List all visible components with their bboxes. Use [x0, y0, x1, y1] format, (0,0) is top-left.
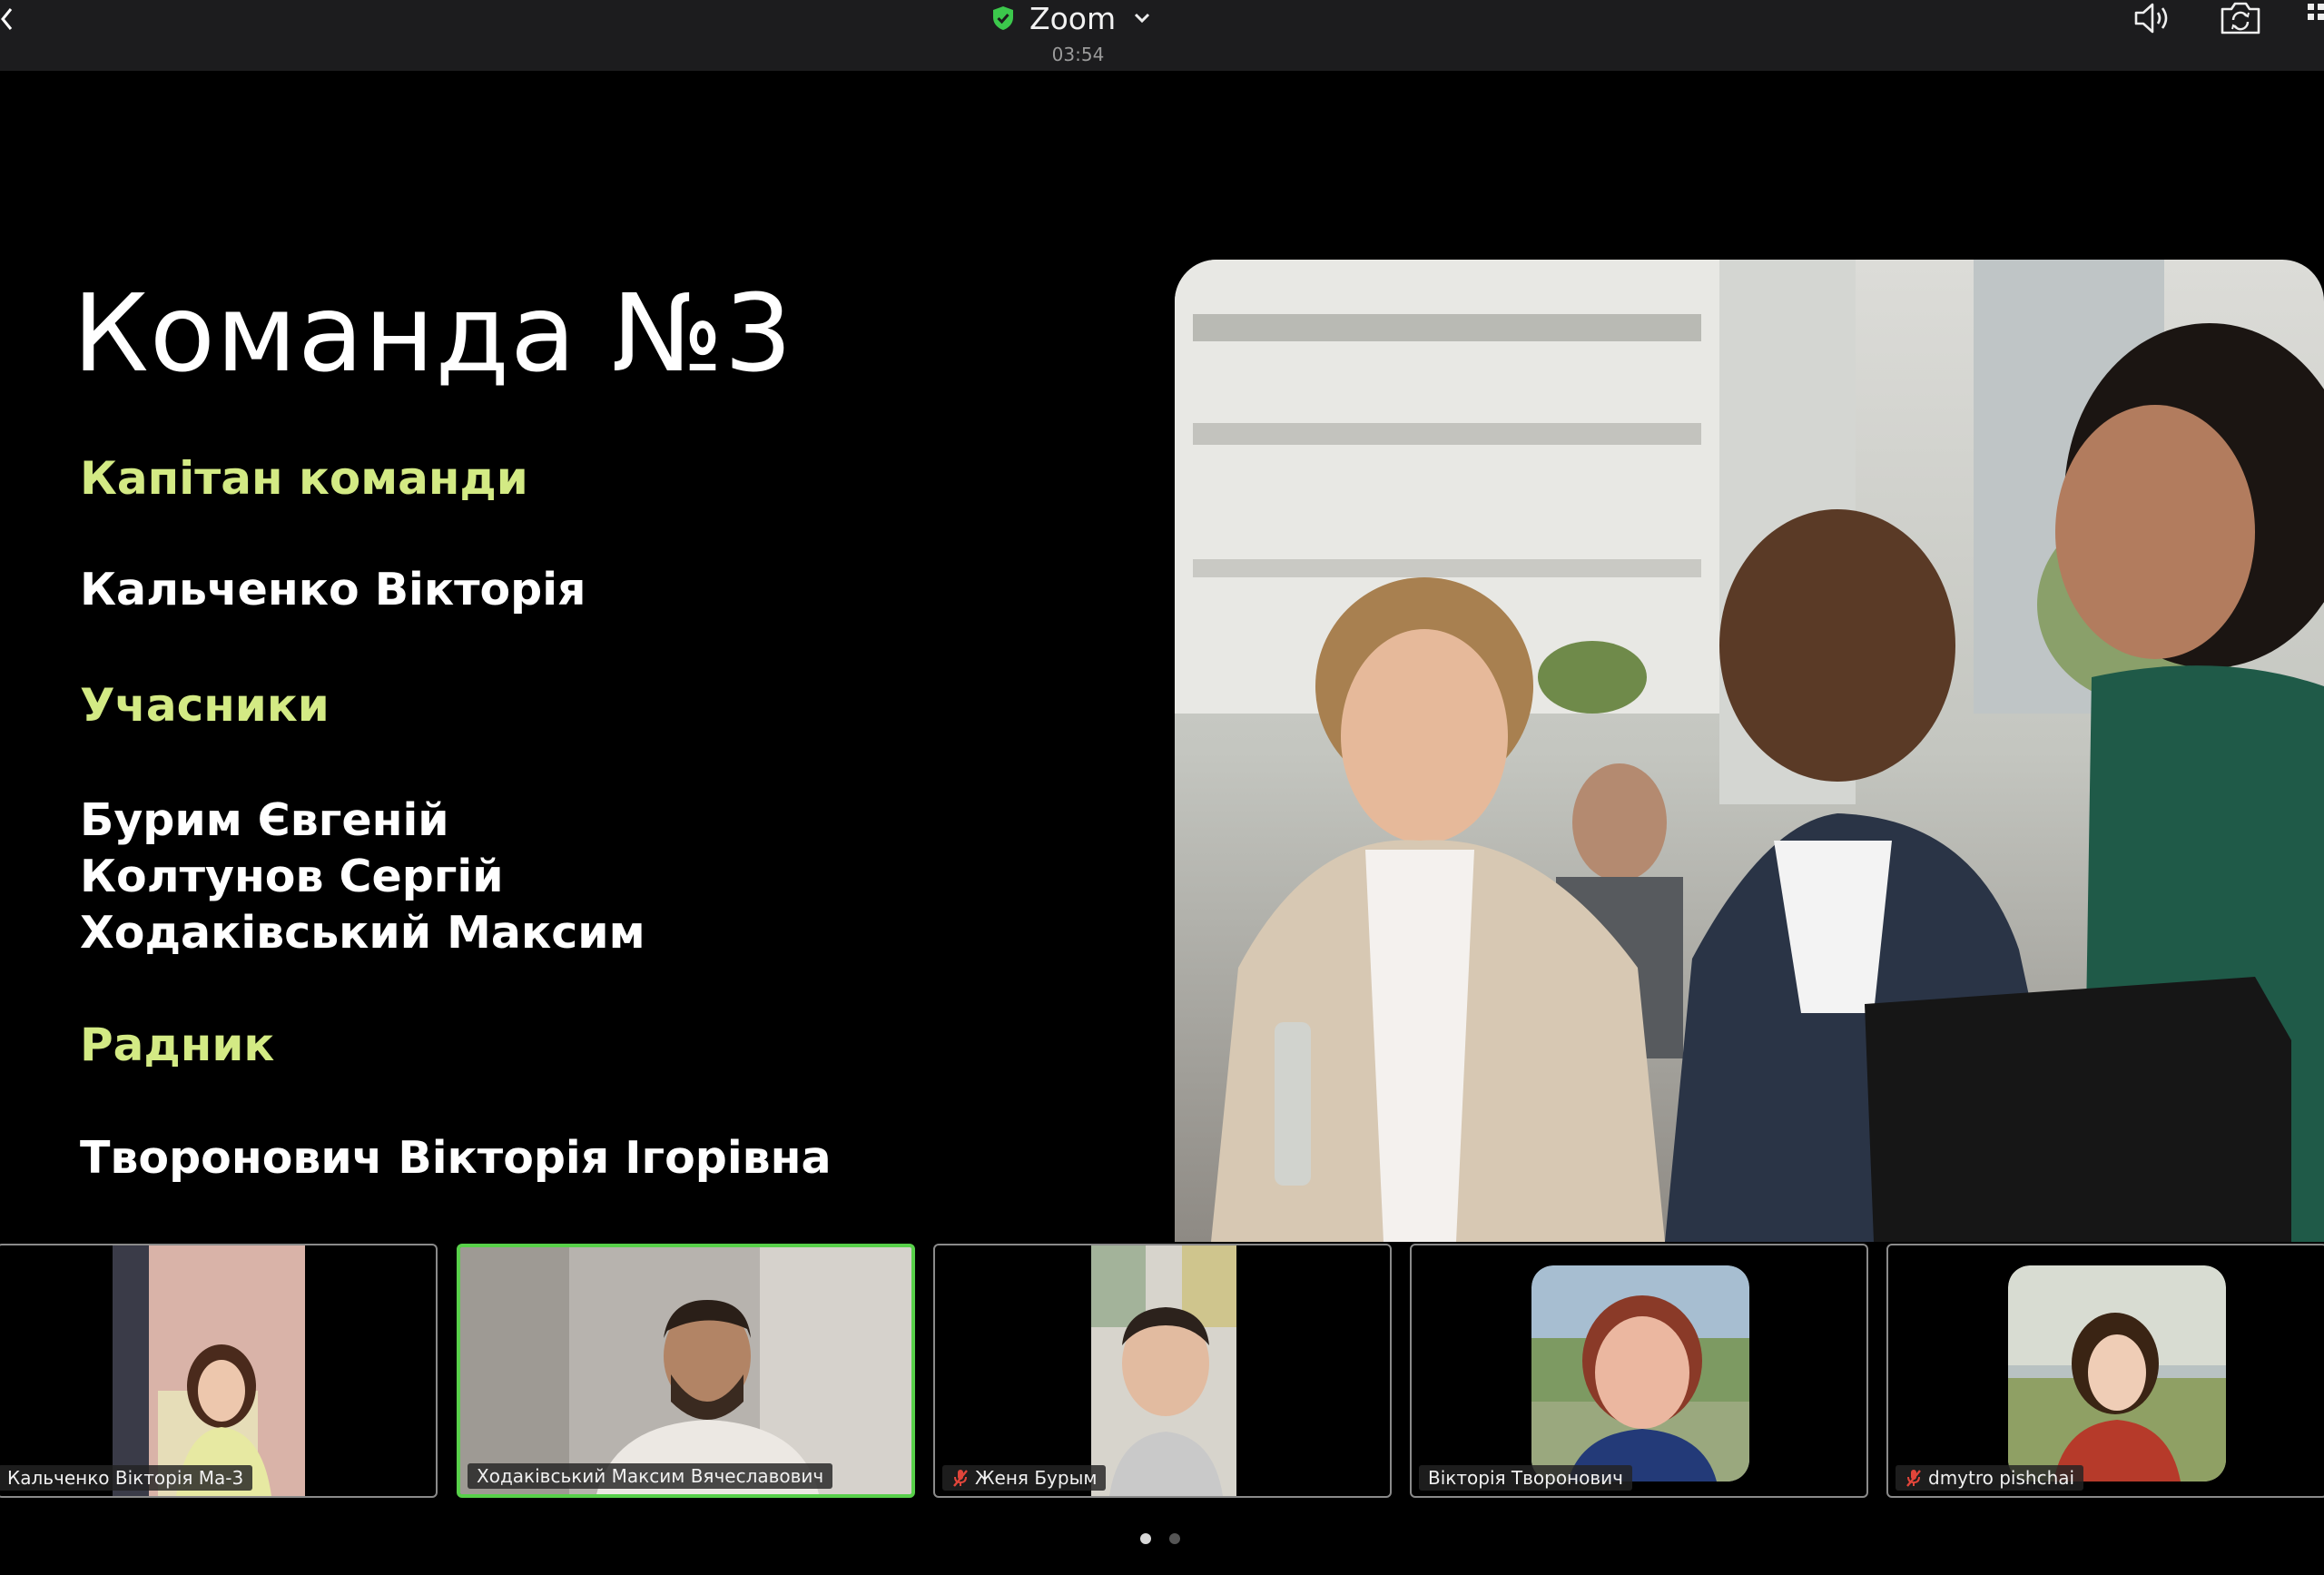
participant-name: dmytro pishchai — [1928, 1467, 2075, 1489]
member-name: Колтунов Сергій — [80, 851, 504, 902]
participant-name: Кальченко Вікторія Ма-3 — [7, 1467, 244, 1489]
participant-name: Женя Бурым — [975, 1467, 1098, 1489]
participant-tile-active-speaker[interactable]: Ходаківський Максим Вячеславович — [457, 1244, 915, 1498]
back-icon[interactable] — [0, 4, 15, 34]
meeting-timer: 03:54 — [1051, 44, 1105, 65]
member-name: Бурим Євгеній — [80, 794, 449, 846]
captain-heading: Капітан команди — [80, 452, 528, 505]
member-name: Ходаківський Максим — [80, 907, 645, 959]
chevron-down-icon[interactable] — [1132, 8, 1152, 28]
page-dot[interactable] — [1169, 1533, 1180, 1544]
participant-video — [113, 1245, 305, 1496]
slide-team-photo — [1175, 260, 2324, 1242]
page-dot-current[interactable] — [1140, 1533, 1151, 1544]
participant-tile[interactable]: Женя Бурым — [933, 1244, 1392, 1498]
shield-check-icon — [993, 6, 1013, 30]
participant-video — [2008, 1265, 2226, 1481]
participant-nameplate: dmytro pishchai — [1896, 1465, 2084, 1491]
mic-muted-icon — [953, 1470, 968, 1487]
participant-tile[interactable]: Вікторія Творонович — [1410, 1244, 1868, 1498]
participant-tile[interactable]: Кальченко Вікторія Ма-3 — [0, 1244, 438, 1498]
participant-video — [1091, 1245, 1236, 1496]
advisor-name: Творонович Вікторія Ігорівна — [80, 1132, 832, 1184]
advisor-heading: Радник — [80, 1019, 275, 1071]
participant-name: Вікторія Творонович — [1428, 1467, 1623, 1489]
page-indicator[interactable] — [1140, 1533, 1180, 1544]
app-title: Zoom — [1029, 0, 1117, 36]
participant-tile[interactable]: dmytro pishchai — [1886, 1244, 2324, 1498]
participant-nameplate: Женя Бурым — [942, 1465, 1107, 1491]
members-heading: Учасники — [80, 679, 330, 732]
camera-switch-icon[interactable] — [2219, 0, 2262, 36]
participant-nameplate: Ходаківський Максим Вячеславович — [468, 1463, 833, 1489]
participant-nameplate: Кальченко Вікторія Ма-3 — [0, 1465, 253, 1491]
meeting-topbar: Zoom 03:54 — [0, 0, 2324, 71]
captain-name: Кальченко Вікторія — [80, 564, 586, 615]
participant-name: Ходаківський Максим Вячеславович — [477, 1465, 824, 1487]
speaker-icon[interactable] — [2132, 0, 2174, 36]
mic-muted-icon — [1906, 1470, 1921, 1487]
participant-nameplate: Вікторія Творонович — [1419, 1465, 1632, 1491]
participant-video — [460, 1247, 911, 1494]
slide-title: Команда №3 — [73, 271, 793, 396]
participant-filmstrip: Кальченко Вікторія Ма-3 Ходаківський Мак… — [0, 1242, 2324, 1505]
participant-video — [1531, 1265, 1749, 1481]
meeting-title-menu[interactable]: Zoom — [990, 0, 1171, 36]
grid-icon[interactable] — [2304, 0, 2324, 36]
